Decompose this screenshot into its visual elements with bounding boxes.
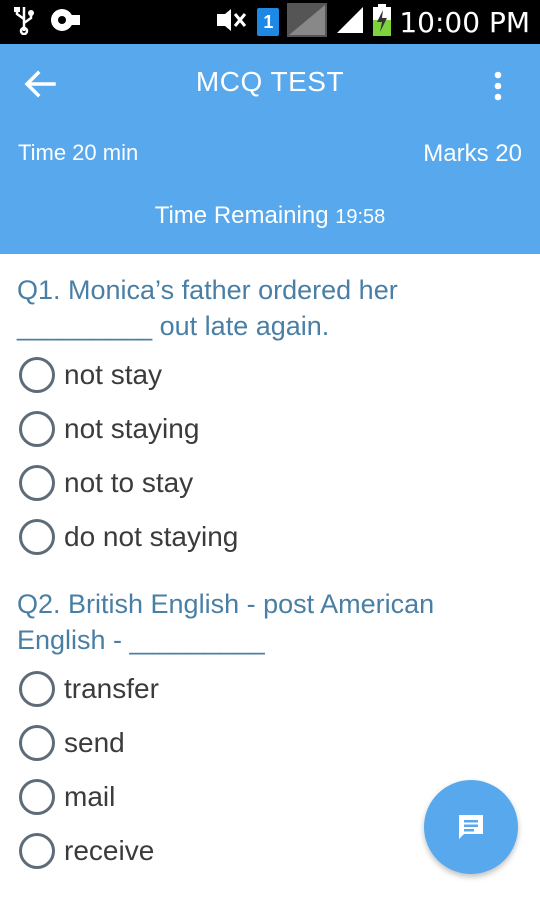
option-item[interactable]: do not staying xyxy=(17,510,540,564)
battery-charging-icon xyxy=(373,3,392,41)
option-label: do not staying xyxy=(64,521,239,552)
more-vert-icon xyxy=(494,71,502,101)
chat-fab-button[interactable] xyxy=(424,780,518,874)
option-label: not stay xyxy=(64,359,163,390)
question-text: Q1. Monica’s father ordered her ________… xyxy=(17,275,398,341)
clock: 10:00 PM xyxy=(399,5,530,39)
radio-button[interactable] xyxy=(19,833,55,869)
option-item[interactable]: not staying xyxy=(17,402,540,456)
option-label: not staying xyxy=(64,413,200,444)
test-duration: Time 20 min xyxy=(18,140,139,165)
status-bar: 1 10:00 PM xyxy=(0,0,540,44)
option-label: transfer xyxy=(64,673,159,704)
time-remaining-value: 19:58 xyxy=(335,206,386,228)
radio-button[interactable] xyxy=(19,725,55,761)
question-1: Q1. Monica’s father ordered her ________… xyxy=(0,254,540,564)
time-remaining: Time Remaining 19:58 xyxy=(0,202,540,230)
test-marks: Marks 20 xyxy=(423,140,522,167)
radio-button[interactable] xyxy=(19,465,55,501)
radio-button[interactable] xyxy=(19,671,55,707)
option-label: mail xyxy=(64,781,116,812)
signal-icon xyxy=(287,2,328,42)
voicemail-icon xyxy=(48,5,82,40)
option-label: not to stay xyxy=(64,467,194,498)
option-label: send xyxy=(64,727,125,758)
chat-icon xyxy=(459,815,483,839)
silent-icon xyxy=(213,6,249,39)
option-item[interactable]: not stay xyxy=(17,348,540,402)
signal-icon xyxy=(335,5,365,40)
sim-icon: 1 xyxy=(257,8,280,36)
option-group: not stay not staying not to stay do not … xyxy=(17,348,540,564)
question-text: Q2. British English - post American Engl… xyxy=(17,589,435,655)
option-item[interactable]: transfer xyxy=(17,662,540,716)
page-title: MCQ TEST xyxy=(195,66,345,97)
radio-button[interactable] xyxy=(19,411,55,447)
usb-icon xyxy=(14,5,34,40)
radio-button[interactable] xyxy=(19,357,55,393)
option-label: receive xyxy=(64,835,155,866)
time-remaining-label: Time Remaining xyxy=(154,202,329,229)
overflow-menu-button[interactable] xyxy=(478,66,518,106)
option-item[interactable]: not to stay xyxy=(17,456,540,510)
radio-button[interactable] xyxy=(19,779,55,815)
radio-button[interactable] xyxy=(19,519,55,555)
app-bar: MCQ TEST Time 20 min Marks 20 Time Remai… xyxy=(0,44,540,254)
option-item[interactable]: send xyxy=(17,716,540,770)
